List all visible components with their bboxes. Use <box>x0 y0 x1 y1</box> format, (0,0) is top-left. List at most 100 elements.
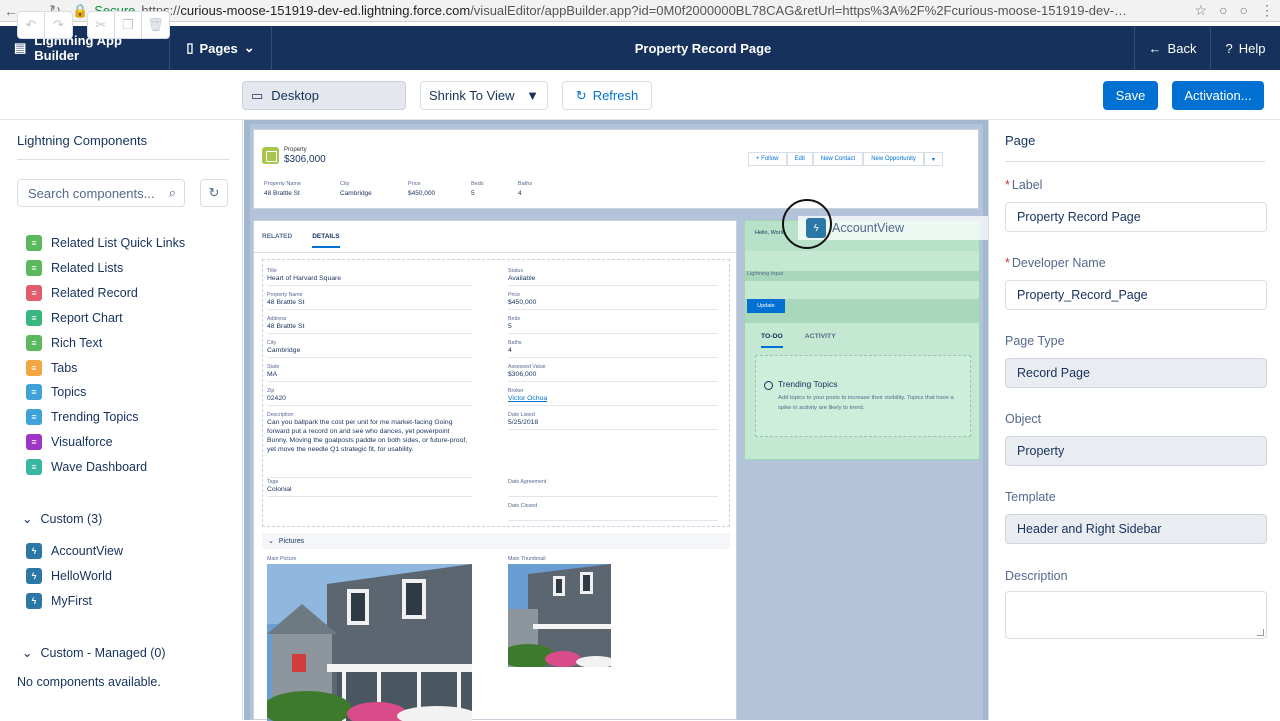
tab-related[interactable]: RELATED <box>262 233 292 248</box>
extension-icon[interactable]: ○ <box>1219 2 1227 19</box>
record-header-card[interactable]: Property $306,000 + Follow Edit New Cont… <box>253 129 979 209</box>
custom-section-header[interactable]: ⌄ Custom (3) <box>22 511 102 527</box>
field-underline <box>267 496 472 497</box>
field-value: 4 <box>508 347 512 354</box>
address-bar[interactable]: https://curious-moose-151919-dev-ed.ligh… <box>141 3 1131 18</box>
detail-card[interactable]: RELATED DETAILS Title Heart of Harvard Sq… <box>253 220 737 721</box>
component-label: Trending Topics <box>51 410 139 425</box>
url-host: curious-moose-151919-dev-ed.lightning.fo… <box>180 3 471 18</box>
delete-icon[interactable]: 🗑 <box>142 12 169 38</box>
field-value: $306,000 <box>508 371 537 378</box>
developer-name-input[interactable]: Property_Record_Page <box>1005 280 1267 310</box>
field-value: Cambridge <box>267 347 301 354</box>
chevron-down-icon: ⌄ <box>22 512 33 526</box>
pages-menu[interactable]: ▯ Pages ⌄ <box>170 26 272 70</box>
app-builder-header: ▤ Lightning App Builder ▯ Pages ⌄ Proper… <box>0 26 1280 70</box>
developer-name-label: * Developer Name <box>1005 256 1106 270</box>
field-underline <box>508 333 718 334</box>
pages-label: Pages <box>199 40 238 56</box>
component-item[interactable]: ≡ Wave Dashboard <box>26 459 147 476</box>
lock-icon: 🔒 <box>72 2 89 18</box>
drag-cursor-highlight <box>782 199 832 249</box>
back-label: Back <box>1167 40 1197 56</box>
component-item[interactable]: ≡ Topics <box>26 384 86 401</box>
view-mode-select[interactable]: Shrink To View ▼ <box>420 81 548 110</box>
trending-topics-description: Add topics to your posts to increase the… <box>778 395 954 411</box>
browser-toolbar: ← → ↻ 🔒 Secure https://curious-moose-151… <box>0 0 1280 22</box>
undo-icon[interactable]: ↶ <box>18 12 45 38</box>
menu-icon[interactable]: ⋮ <box>1260 2 1274 19</box>
refresh-icon: ↻ <box>575 87 587 103</box>
component-item[interactable]: ≡ Visualforce <box>26 434 113 451</box>
field-value: 5/25/2018 <box>508 419 539 426</box>
extension-icon-2[interactable]: ○ <box>1240 2 1248 19</box>
lightning-bolt-icon: ϟ <box>26 543 42 559</box>
right-sidebar-region[interactable]: Hello, World Lightning Input Update TO-D… <box>744 220 980 460</box>
component-item[interactable]: ≡ Related Lists <box>26 259 123 276</box>
field-value[interactable]: Victor Ochoa <box>508 394 547 403</box>
refresh-components-button[interactable]: ↻ <box>200 179 228 207</box>
object-label: Object <box>1005 412 1042 426</box>
edit-actions-group: ✂ ❐ 🗑 <box>87 11 170 39</box>
pictures-section[interactable]: ⌄ Pictures <box>262 533 730 549</box>
tab-details[interactable]: DETAILS <box>312 233 340 248</box>
undo-redo-group: ↶ ↷ <box>17 11 73 39</box>
object-label: Property <box>284 147 307 153</box>
update-button[interactable]: Update <box>747 299 785 313</box>
field-value: Can you ballpark the cost per unit for m… <box>267 419 468 453</box>
custom-component-item[interactable]: ϟ HelloWorld <box>26 568 112 584</box>
highlight-label: City <box>340 181 350 187</box>
new-opportunity-button[interactable]: New Opportunity <box>863 152 924 166</box>
field-value: Available <box>508 275 536 282</box>
highlight-value: $450,000 <box>408 190 436 197</box>
field-value: 48 Brattle St <box>267 299 305 306</box>
copy-icon[interactable]: ❐ <box>115 12 142 38</box>
description-textarea[interactable] <box>1005 591 1267 639</box>
template-field: Header and Right Sidebar <box>1005 514 1267 544</box>
object-field: Property <box>1005 436 1267 466</box>
component-icon: ≡ <box>26 384 42 401</box>
new-contact-button[interactable]: New Contact <box>812 152 864 166</box>
label-input[interactable]: Property Record Page <box>1005 202 1267 232</box>
more-actions-icon[interactable]: ▾ <box>923 152 943 166</box>
redo-icon[interactable]: ↷ <box>45 12 72 38</box>
help-button[interactable]: ? Help <box>1210 26 1280 70</box>
managed-section-header[interactable]: ⌄ Custom - Managed (0) <box>22 645 166 661</box>
component-item[interactable]: ≡ Trending Topics <box>26 409 139 426</box>
save-button[interactable]: Save <box>1103 81 1158 110</box>
follow-button[interactable]: + Follow <box>748 152 787 166</box>
device-label: Desktop <box>271 88 319 103</box>
component-icon: ≡ <box>26 259 42 276</box>
field-value: $450,000 <box>508 299 537 306</box>
search-placeholder: Search components... <box>28 185 155 201</box>
activation-button[interactable]: Activation... <box>1172 81 1264 110</box>
component-item[interactable]: ≡ Rich Text <box>26 334 102 351</box>
cut-icon[interactable]: ✂ <box>88 12 115 38</box>
lightning-input[interactable]: Lightning Input <box>745 271 979 281</box>
component-item[interactable]: ≡ Related List Quick Links <box>26 235 185 251</box>
field-underline <box>508 496 718 497</box>
edit-button[interactable]: Edit <box>786 152 813 166</box>
refresh-button[interactable]: ↻ Refresh <box>562 81 652 110</box>
custom-component-item[interactable]: ϟ MyFirst <box>26 593 92 609</box>
search-input[interactable]: Search components... ⌕ <box>17 179 185 207</box>
tab-activity[interactable]: ACTIVITY <box>805 333 836 348</box>
component-item[interactable]: ≡ Report Chart <box>26 309 123 326</box>
components-heading: Lightning Components <box>17 133 148 148</box>
component-item[interactable]: ≡ Tabs <box>26 359 78 376</box>
field-underline <box>508 381 718 382</box>
question-icon: ? <box>1225 40 1233 56</box>
search-icon: ⌕ <box>168 185 176 200</box>
device-selector[interactable]: ▭ Desktop <box>242 81 406 110</box>
back-button[interactable]: ← Back <box>1134 26 1210 70</box>
url-path: /visualEditor/appBuilder.app?id=0M0f2000… <box>470 3 1128 18</box>
custom-component-item[interactable]: ϟ AccountView <box>26 543 123 559</box>
page-title: Property Record Page <box>634 40 772 56</box>
component-item[interactable]: ≡ Related Record <box>26 284 138 301</box>
star-icon[interactable]: ☆ <box>1195 2 1208 19</box>
component-label: Tabs <box>51 360 78 375</box>
tab-todo[interactable]: TO-DO <box>761 333 783 348</box>
trending-topics-component[interactable]: Trending Topics Add topics to your posts… <box>755 355 971 437</box>
highlight-value: Cambridge <box>340 190 372 197</box>
field-underline <box>267 405 472 406</box>
